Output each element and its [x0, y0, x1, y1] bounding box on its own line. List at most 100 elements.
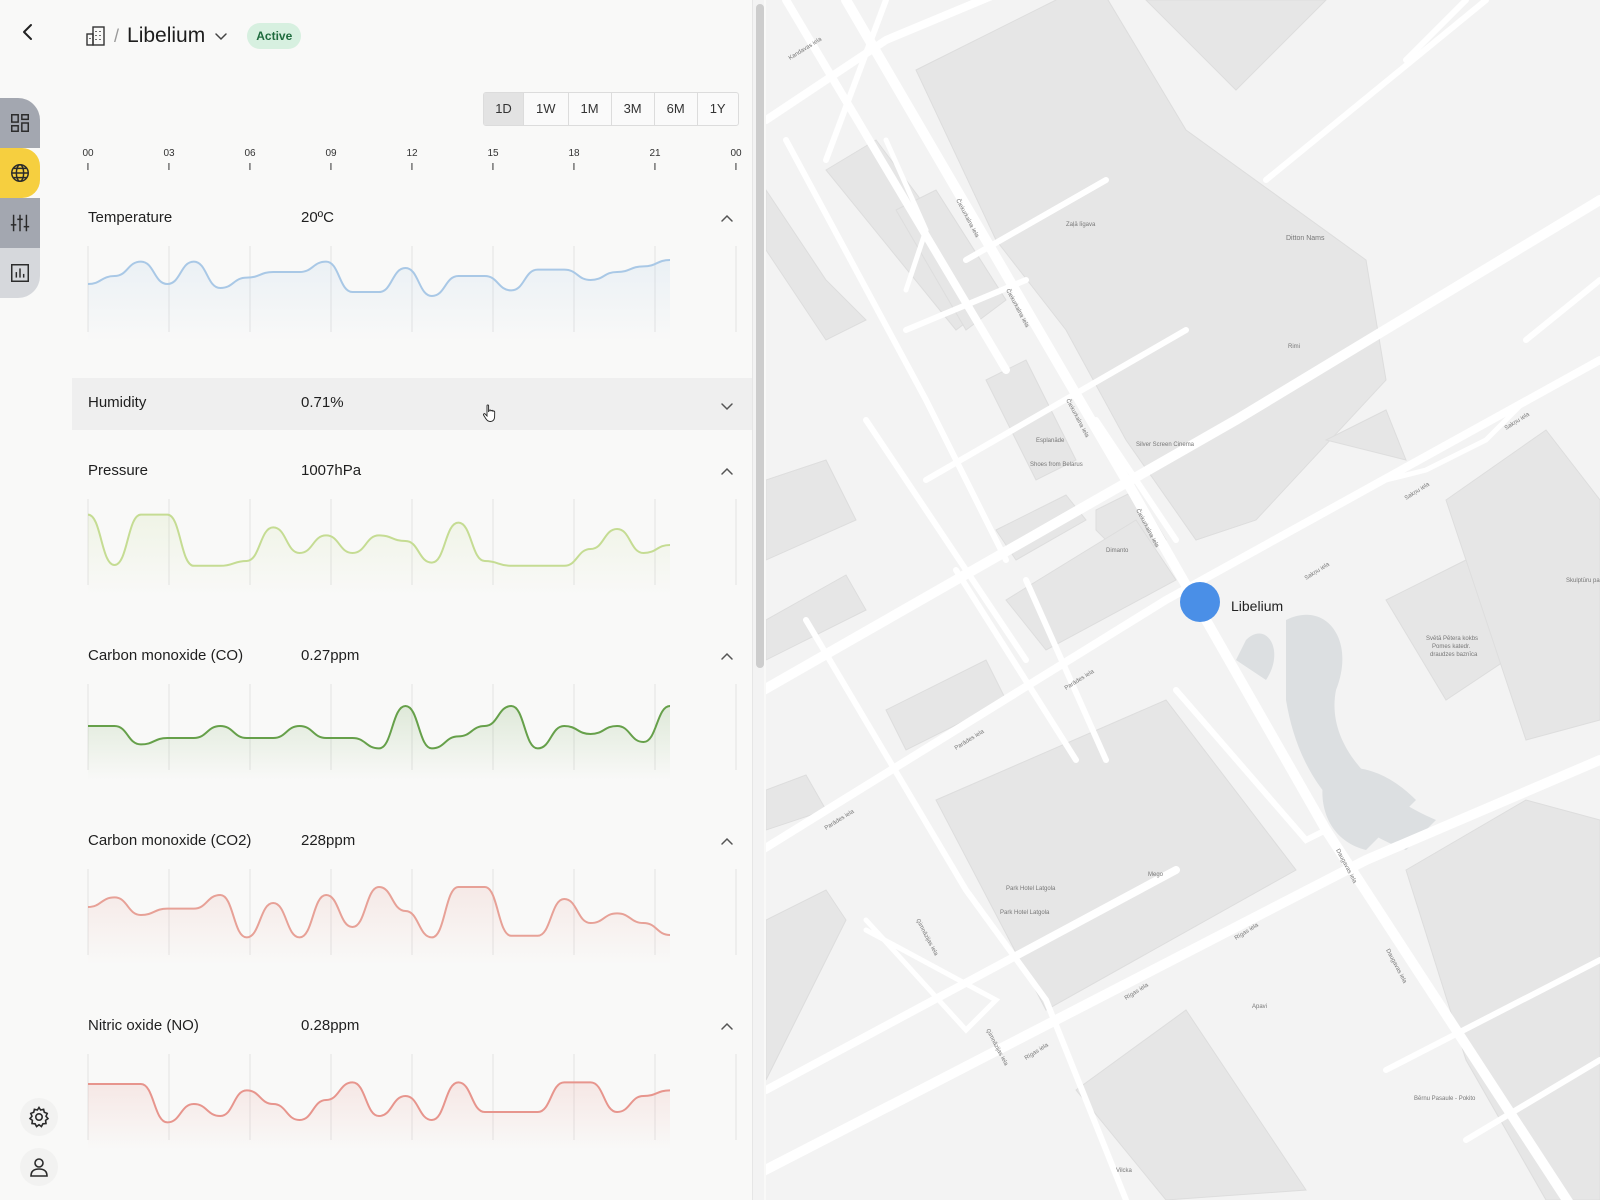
time-axis-tick: 09 [325, 148, 337, 170]
chevron-up-icon[interactable] [719, 1019, 735, 1035]
svg-text:Apavi: Apavi [1252, 1004, 1267, 1010]
range-option-1y[interactable]: 1Y [696, 93, 738, 125]
chart-area-fill [88, 887, 670, 965]
rail-bottom [20, 1098, 58, 1186]
time-axis-tick: 06 [244, 148, 256, 170]
metric-header[interactable]: Nitric oxide (NO) 0.28ppm [72, 1004, 752, 1052]
building-icon [86, 26, 105, 46]
svg-text:Pomes katedr.: Pomes katedr. [1432, 644, 1471, 650]
left-rail [0, 0, 70, 1200]
svg-text:Ditton Nams: Ditton Nams [1286, 235, 1325, 242]
metric-label: Nitric oxide (NO) [88, 1017, 199, 1034]
settings-button[interactable] [20, 1098, 58, 1136]
svg-text:Ģimnāzijas iela: Ģimnāzijas iela [914, 918, 939, 957]
metric-header[interactable]: Pressure 1007hPa [72, 449, 752, 497]
range-option-6m[interactable]: 6M [653, 93, 697, 125]
metric-pressure: Pressure 1007hPa [72, 449, 752, 595]
page-title[interactable]: Libelium [127, 24, 205, 48]
metric-value: 0.27ppm [301, 647, 360, 664]
metric-humidity: Humidity 0.71% [72, 378, 752, 430]
chart-area-fill [88, 260, 670, 342]
range-option-1w[interactable]: 1W [523, 93, 568, 125]
globe-icon [11, 164, 29, 182]
metric-value: 0.28ppm [301, 1017, 360, 1034]
dashboard-tab[interactable] [0, 98, 40, 148]
user-icon [30, 1158, 48, 1177]
time-axis-tick: 15 [487, 148, 499, 170]
chevron-up-icon[interactable] [719, 464, 735, 480]
profile-button[interactable] [20, 1148, 58, 1186]
svg-text:Sakņu iela: Sakņu iela [1304, 561, 1332, 581]
page-header: / Libelium Active [84, 22, 302, 50]
metric-value: 1007hPa [301, 462, 362, 479]
location-pin[interactable] [1180, 582, 1220, 622]
metric-header[interactable]: Carbon monoxide (CO2) 228ppm [72, 819, 752, 867]
time-axis-tick: 00 [82, 148, 94, 170]
svg-text:Esplanāde: Esplanāde [1036, 438, 1065, 444]
chevron-up-icon[interactable] [719, 211, 735, 227]
svg-text:Vilcka: Vilcka [1116, 1168, 1133, 1174]
chart-area-fill [88, 706, 670, 780]
metric-header[interactable]: Humidity 0.71% [72, 378, 752, 430]
sliders-icon [10, 214, 30, 232]
temperature-chart [87, 246, 737, 342]
chart-area-fill [88, 514, 670, 595]
metric-value: 228ppm [301, 832, 356, 849]
metric-co: Carbon monoxide (CO) 0.27ppm [72, 634, 752, 780]
metric-value: 0.71% [301, 394, 344, 411]
svg-text:Mego: Mego [1148, 872, 1164, 878]
svg-text:Park Hotel Latgola: Park Hotel Latgola [1006, 886, 1056, 892]
scrollbar-thumb[interactable] [756, 4, 764, 668]
svg-text:Skulptūru parks: Skulptūru parks [1566, 578, 1600, 584]
controls-tab[interactable] [0, 198, 40, 248]
no-chart [87, 1054, 737, 1150]
metric-label: Pressure [88, 462, 149, 479]
range-option-1d[interactable]: 1D [484, 93, 523, 125]
svg-text:Bērnu Pasaule - Pokito: Bērnu Pasaule - Pokito [1414, 1096, 1476, 1102]
chevron-up-icon[interactable] [719, 649, 735, 665]
metric-label: Carbon monoxide (CO2) [88, 832, 252, 849]
time-range-selector: 1D 1W 1M 3M 6M 1Y [483, 92, 739, 126]
svg-text:Rīgas iela: Rīgas iela [1024, 1042, 1050, 1062]
map-tab[interactable] [0, 148, 40, 198]
bar-chart-icon [11, 264, 29, 282]
gear-icon [28, 1106, 50, 1128]
chevron-down-icon[interactable] [719, 398, 735, 414]
chevron-down-icon[interactable] [213, 28, 229, 44]
metric-header[interactable]: Carbon monoxide (CO) 0.27ppm [72, 634, 752, 682]
time-axis-tick: 12 [406, 148, 418, 170]
svg-text:Rimi: Rimi [1288, 344, 1300, 350]
svg-text:Park Hotel Latgola: Park Hotel Latgola [1000, 910, 1050, 916]
status-badge: Active [247, 23, 302, 49]
range-option-3m[interactable]: 3M [610, 93, 654, 125]
dashboard-icon [11, 114, 29, 132]
metric-value: 20ºC [301, 209, 334, 226]
svg-text:Shoes from Belarus: Shoes from Belarus [1030, 462, 1083, 468]
reports-tab[interactable] [0, 248, 40, 298]
time-axis-tick: 00 [730, 148, 742, 170]
co-chart [87, 684, 737, 780]
svg-text:Dimanto: Dimanto [1106, 548, 1129, 554]
metric-header[interactable]: Temperature 20ºC [72, 196, 752, 244]
range-option-1m[interactable]: 1M [567, 93, 611, 125]
back-arrow-icon[interactable] [16, 20, 40, 44]
metric-no: Nitric oxide (NO) 0.28ppm [72, 1004, 752, 1150]
svg-text:Zaļā līgava: Zaļā līgava [1066, 222, 1096, 228]
metric-label: Temperature [88, 209, 173, 226]
metric-co2: Carbon monoxide (CO2) 228ppm [72, 819, 752, 965]
time-axis-tick: 18 [568, 148, 580, 170]
pressure-chart [87, 499, 737, 595]
svg-text:draudzes baznīca: draudzes baznīca [1430, 652, 1478, 658]
time-axis: 00 03 06 09 12 15 18 21 00 [82, 148, 742, 172]
metric-label: Humidity [88, 394, 147, 411]
svg-text:Svētā Pētera kokbs: Svētā Pētera kokbs [1426, 636, 1478, 642]
location-label: Libelium [1231, 598, 1284, 614]
metric-temperature: Temperature 20ºC [72, 196, 752, 342]
hand-cursor-icon [482, 404, 496, 422]
svg-text:Silver Screen Cinema: Silver Screen Cinema [1136, 442, 1195, 448]
co2-chart [87, 869, 737, 965]
metric-label: Carbon monoxide (CO) [88, 647, 244, 664]
breadcrumb-separator: / [114, 25, 120, 46]
rail-nav [0, 82, 42, 298]
chevron-up-icon[interactable] [719, 834, 735, 850]
